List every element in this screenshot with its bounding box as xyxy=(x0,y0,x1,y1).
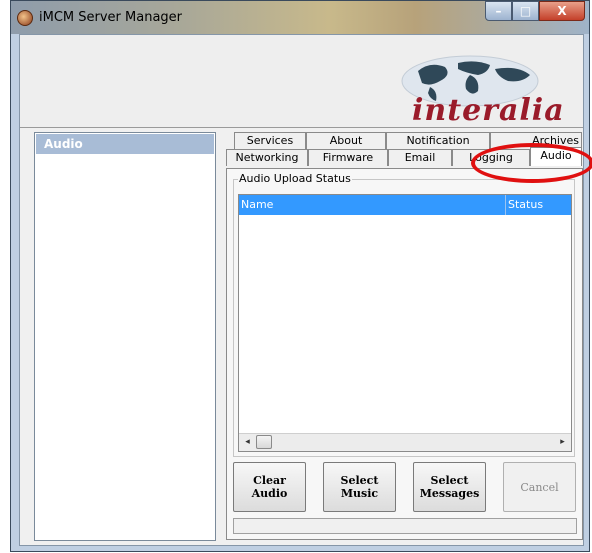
scroll-left-icon[interactable]: ◂ xyxy=(239,434,256,451)
column-header-name[interactable]: Name xyxy=(241,195,273,215)
horizontal-scrollbar[interactable]: ◂ ▸ xyxy=(239,433,571,451)
minimize-icon: – xyxy=(495,4,502,18)
clear-audio-button[interactable]: Clear Audio xyxy=(233,462,306,512)
title-bar[interactable]: iMCM Server Manager – □ X xyxy=(11,1,589,34)
audio-tab-page: Audio Upload Status Name Status ◂ ▸ Clea… xyxy=(226,168,583,540)
tab-firmware[interactable]: Firmware xyxy=(308,149,388,166)
sidebar: Audio xyxy=(34,132,216,541)
window-controls: – □ X xyxy=(485,1,585,23)
window-title: iMCM Server Manager xyxy=(39,10,182,25)
select-music-button[interactable]: Select Music xyxy=(323,462,396,512)
tab-label: Email xyxy=(404,151,436,164)
tab-label: Notification xyxy=(406,134,470,147)
list-header: Name Status xyxy=(239,195,571,215)
tab-about[interactable]: About xyxy=(306,132,386,149)
tab-notification[interactable]: Notification xyxy=(386,132,490,149)
minimize-button[interactable]: – xyxy=(485,1,512,21)
tab-label: Services xyxy=(246,134,294,147)
column-header-status[interactable]: Status xyxy=(505,195,543,215)
tab-label: Firmware xyxy=(322,151,374,164)
close-icon: X xyxy=(557,4,567,18)
cancel-button[interactable]: Cancel xyxy=(503,462,576,512)
scrollbar-thumb[interactable] xyxy=(256,435,272,449)
maximize-icon: □ xyxy=(519,4,532,18)
tab-label: Networking xyxy=(235,151,299,164)
annotation-circle xyxy=(471,143,592,183)
action-buttons: Clear Audio Select Music Select Messages… xyxy=(233,462,577,512)
app-window: iMCM Server Manager – □ X interalia Audi… xyxy=(10,0,590,552)
brand-banner: interalia xyxy=(20,35,583,128)
tab-label: About xyxy=(329,134,363,147)
audio-upload-list[interactable]: Name Status ◂ ▸ xyxy=(238,194,572,452)
close-button[interactable]: X xyxy=(539,1,585,21)
client-area: interalia Audio Services About Notificat… xyxy=(19,34,584,546)
select-messages-button[interactable]: Select Messages xyxy=(413,462,486,512)
sidebar-item-label: Audio xyxy=(44,137,83,151)
scroll-right-icon[interactable]: ▸ xyxy=(554,434,571,451)
maximize-button[interactable]: □ xyxy=(512,1,539,21)
tab-networking[interactable]: Networking xyxy=(226,149,308,166)
tab-email[interactable]: Email xyxy=(388,149,452,166)
group-label: Audio Upload Status xyxy=(238,172,352,185)
status-strip xyxy=(233,518,577,534)
tab-services[interactable]: Services xyxy=(234,132,306,149)
audio-upload-status-group: Audio Upload Status Name Status ◂ ▸ xyxy=(233,172,575,457)
sidebar-item-audio[interactable]: Audio xyxy=(36,134,214,154)
brand-logo-text: interalia xyxy=(412,93,565,128)
app-icon[interactable] xyxy=(17,10,33,26)
